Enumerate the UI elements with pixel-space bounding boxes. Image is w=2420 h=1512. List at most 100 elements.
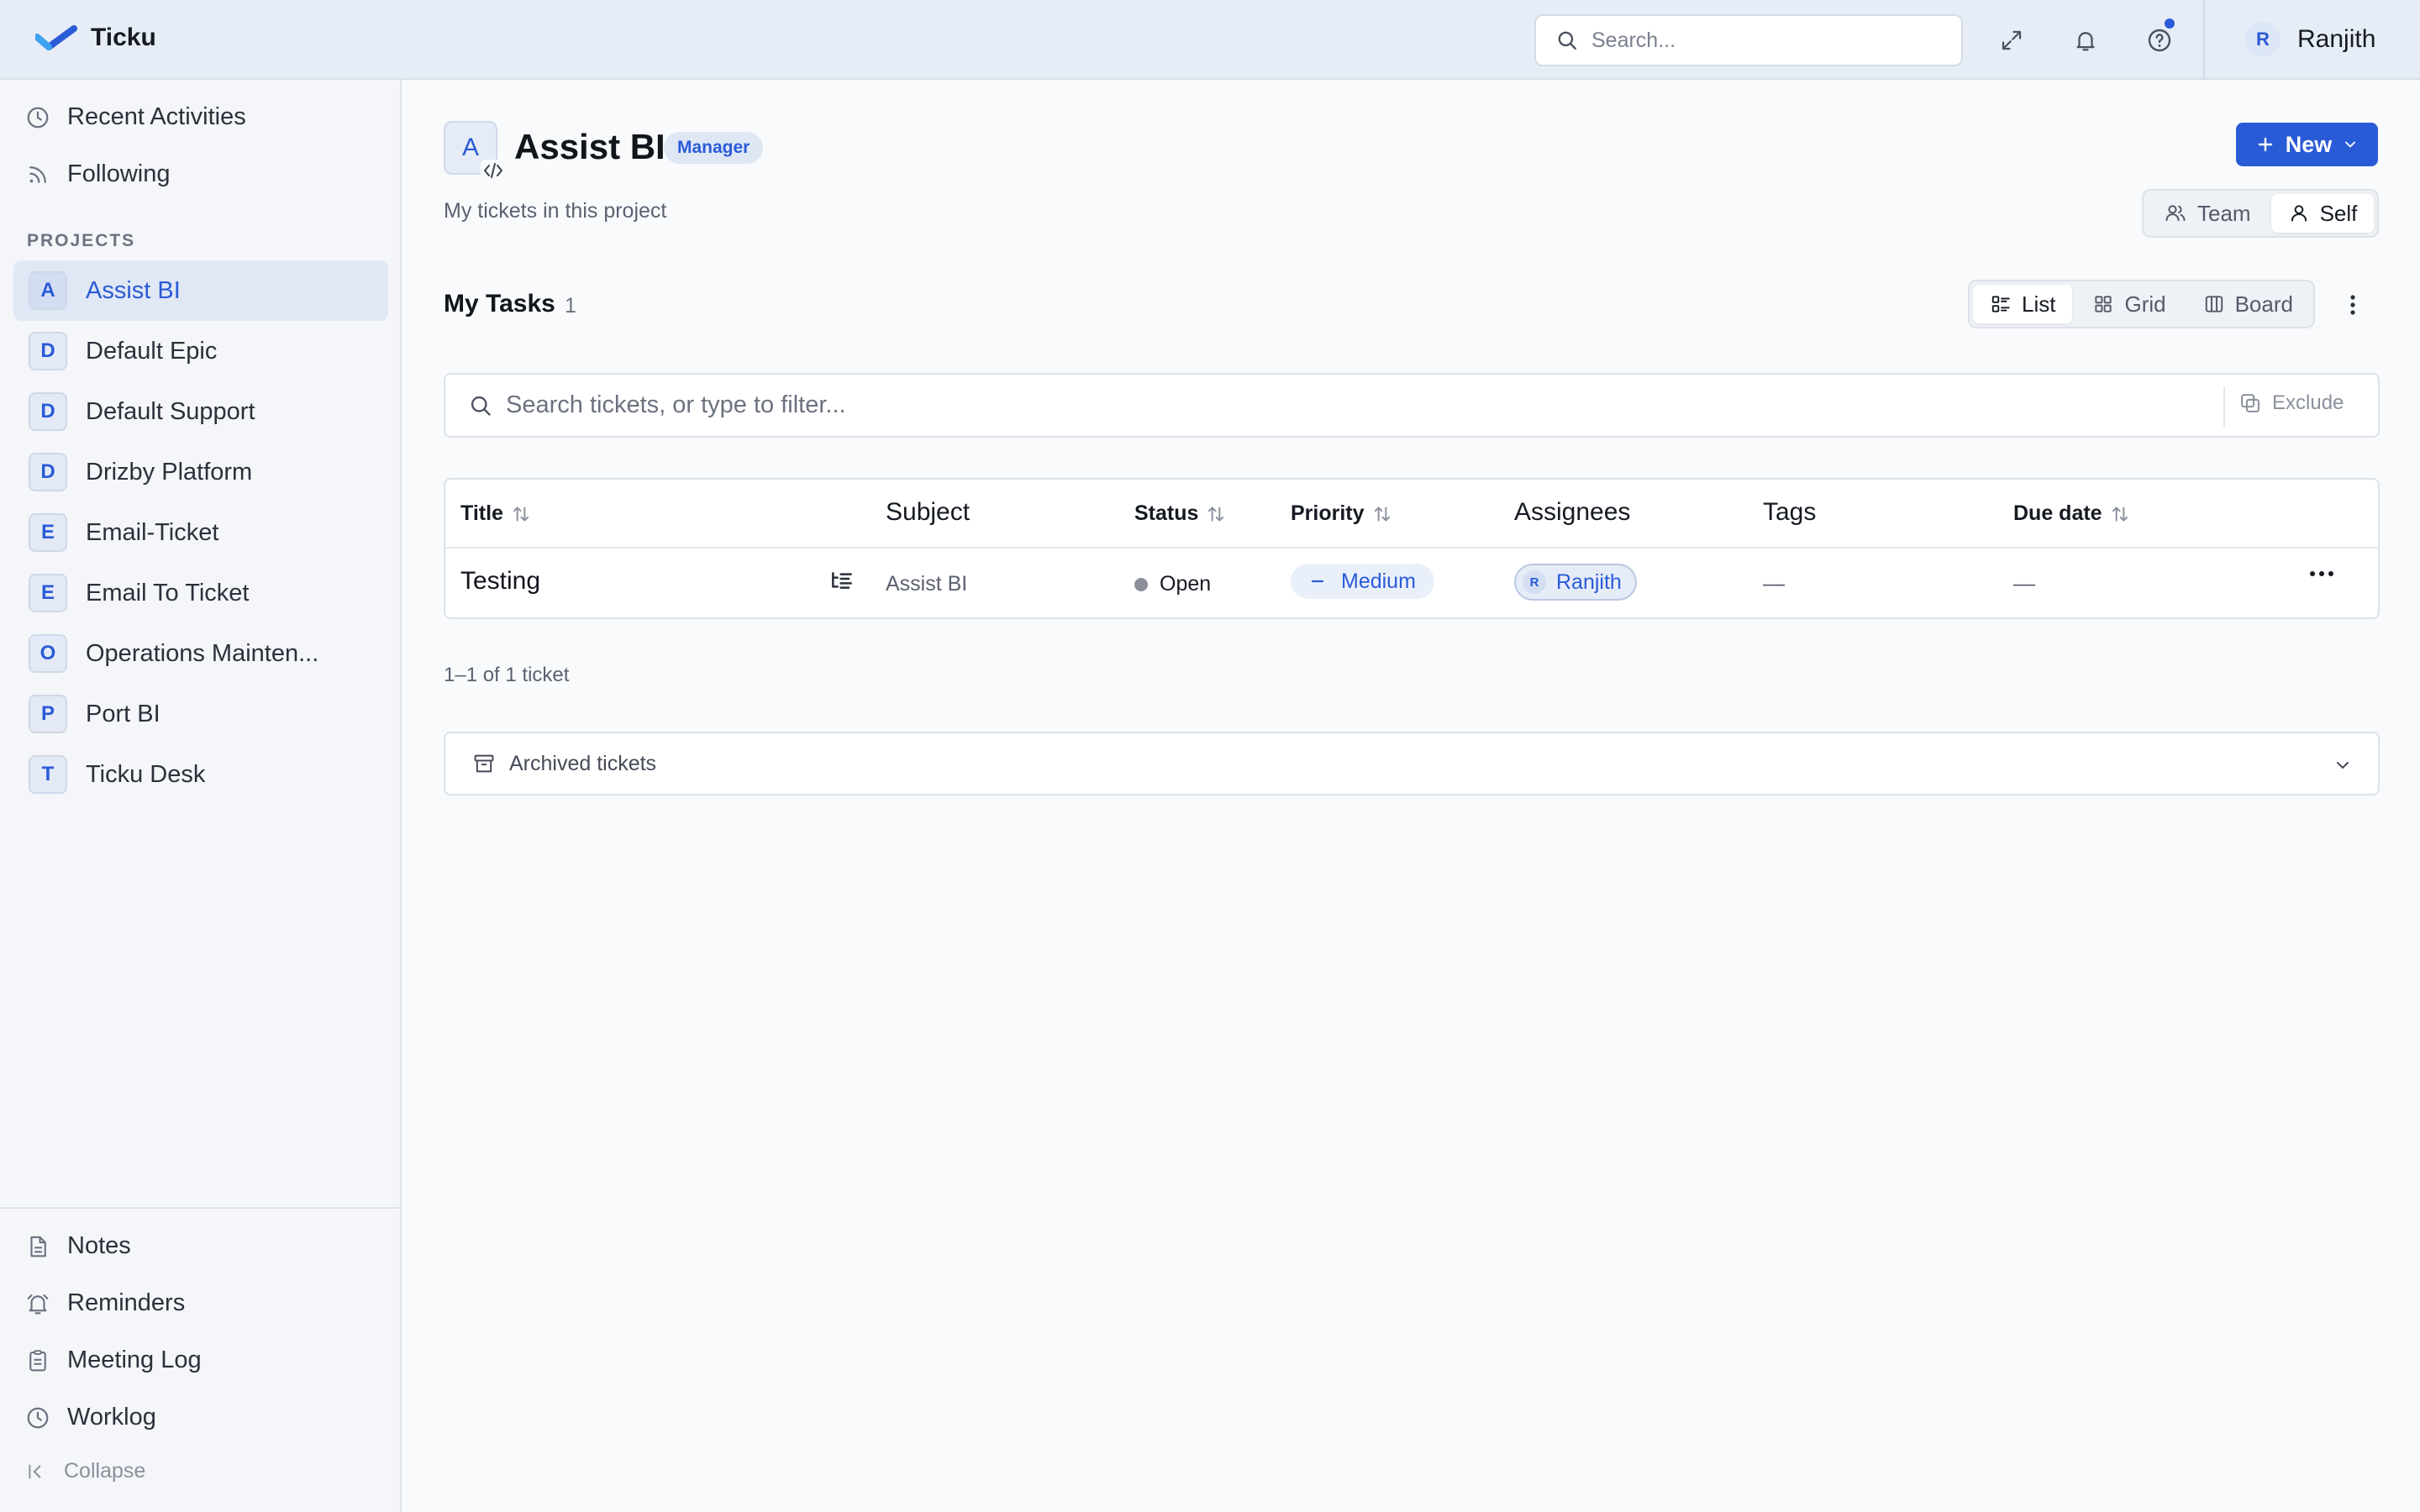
row-actions-icon[interactable] [2309, 570, 2334, 577]
clock-icon [25, 105, 50, 130]
ticket-priority[interactable]: Medium [1291, 564, 1434, 599]
clipboard-icon [25, 1348, 50, 1373]
sidebar-item-notes[interactable]: Notes [25, 1232, 131, 1260]
project-name: Operations Mainten... [86, 639, 319, 667]
view-switcher: List Grid Board [1968, 280, 2315, 328]
app-name: Ticku [91, 24, 156, 51]
sort-icon [2109, 503, 2131, 525]
project-name: Port BI [86, 700, 160, 727]
scope-team-button[interactable]: Team [2147, 194, 2268, 233]
project-item-email-to-ticket[interactable]: E Email To Ticket [13, 563, 388, 623]
ticket-title[interactable]: Testing [460, 567, 540, 596]
view-list-label: List [2022, 291, 2056, 317]
ticket-filter-input[interactable] [506, 391, 2153, 419]
sidebar-item-reminders[interactable]: Reminders [25, 1289, 185, 1317]
users-icon [2164, 202, 2187, 225]
project-initial: E [29, 574, 67, 612]
project-item-assist-bi[interactable]: A Assist BI [13, 260, 388, 321]
assignee-pill: R Ranjith [1514, 564, 1637, 601]
exclude-button[interactable]: Exclude [2238, 391, 2344, 415]
sidebar-collapse-button[interactable]: Collapse [25, 1459, 145, 1483]
clock-icon [25, 1405, 50, 1431]
view-list-button[interactable]: List [1973, 285, 2073, 323]
ticket-assignee[interactable]: R Ranjith [1514, 564, 1637, 601]
project-avatar: A [444, 121, 506, 181]
sidebar-item-recent-activities[interactable]: Recent Activities [25, 103, 246, 131]
ticket-subject: Assist BI [886, 572, 968, 596]
sidebar-item-meeting-log[interactable]: Meeting Log [25, 1347, 202, 1374]
sidebar: Recent Activities Following PROJECTS A A… [0, 80, 402, 1512]
sidebar-item-label: Following [67, 160, 171, 187]
logo-check-icon [35, 25, 77, 50]
column-header-label: Tags [1763, 498, 1817, 526]
new-button[interactable]: New [2236, 123, 2378, 166]
sidebar-item-following[interactable]: Following [25, 160, 171, 188]
ticket-status[interactable]: Open [1134, 572, 1211, 596]
project-item-port-bi[interactable]: P Port BI [13, 684, 388, 744]
search-icon [469, 394, 492, 417]
sidebar-item-worklog[interactable]: Worklog [25, 1404, 156, 1431]
projects-section-label: PROJECTS [27, 231, 136, 250]
global-search[interactable] [1534, 14, 1963, 66]
page-title: Assist BI [514, 127, 666, 166]
fullscreen-icon[interactable] [1995, 24, 2028, 57]
scope-self-button[interactable]: Self [2270, 194, 2375, 233]
bell-icon [25, 1291, 50, 1316]
assignee-avatar: R [1523, 570, 1546, 594]
tickets-table: Title Subject Status Priority Assignees … [444, 478, 2380, 619]
filter-divider [2223, 386, 2225, 427]
sort-icon [510, 503, 532, 525]
view-grid-button[interactable]: Grid [2075, 285, 2182, 323]
collapse-label: Collapse [64, 1459, 146, 1483]
project-initial: O [29, 634, 67, 673]
help-notification-dot [2165, 18, 2175, 29]
project-initial: D [29, 453, 67, 491]
tasks-title: My Tasks [444, 290, 555, 318]
column-header-status[interactable]: Status [1134, 501, 1227, 526]
plus-icon [2255, 134, 2275, 155]
project-name: Default Support [86, 397, 255, 425]
sidebar-item-label: Notes [67, 1232, 131, 1259]
column-header-title[interactable]: Title [460, 501, 532, 526]
archive-icon [472, 752, 496, 775]
app-logo[interactable]: Ticku [35, 24, 156, 52]
exclude-icon [2238, 391, 2262, 415]
grid-view-icon [2092, 293, 2114, 315]
column-header-priority[interactable]: Priority [1291, 501, 1393, 526]
column-header-tags: Tags [1763, 498, 1816, 527]
rss-icon [25, 162, 50, 187]
project-name: Email-Ticket [86, 518, 219, 546]
project-item-ticku-desk[interactable]: T Ticku Desk [13, 744, 388, 805]
project-item-default-epic[interactable]: D Default Epic [13, 321, 388, 381]
code-icon [481, 160, 506, 181]
subtasks-icon[interactable] [829, 569, 855, 596]
archived-tickets-section[interactable]: Archived tickets [444, 732, 2380, 795]
notifications-bell-icon[interactable] [2069, 24, 2102, 57]
column-header-label: Title [460, 501, 503, 525]
project-initial: D [29, 332, 67, 370]
tasks-count: 1 [565, 294, 576, 318]
topbar-divider [2203, 0, 2205, 80]
user-name: Ranjith [2297, 25, 2376, 53]
collapse-icon [25, 1461, 47, 1483]
project-name: Assist BI [86, 276, 181, 304]
project-item-operations-maintenance[interactable]: O Operations Mainten... [13, 623, 388, 684]
project-item-email-ticket[interactable]: E Email-Ticket [13, 502, 388, 563]
global-search-input[interactable] [1591, 28, 1944, 53]
sidebar-item-label: Meeting Log [67, 1347, 202, 1373]
project-item-drizby-platform[interactable]: D Drizby Platform [13, 442, 388, 502]
view-board-button[interactable]: Board [2186, 285, 2310, 323]
column-header-label: Priority [1291, 501, 1365, 525]
view-board-label: Board [2234, 291, 2293, 317]
sidebar-item-label: Recent Activities [67, 103, 246, 130]
column-header-due-date[interactable]: Due date [2013, 501, 2131, 526]
new-button-label: New [2285, 131, 2333, 157]
project-item-default-support[interactable]: D Default Support [13, 381, 388, 442]
user-menu[interactable]: R Ranjith [2245, 22, 2375, 57]
column-header-subject: Subject [886, 498, 970, 527]
ticket-filter: Exclude [444, 373, 2380, 438]
file-icon [25, 1234, 50, 1259]
more-options-icon[interactable] [2336, 288, 2370, 322]
help-icon[interactable] [2143, 18, 2176, 57]
column-header-label: Due date [2013, 501, 2102, 525]
